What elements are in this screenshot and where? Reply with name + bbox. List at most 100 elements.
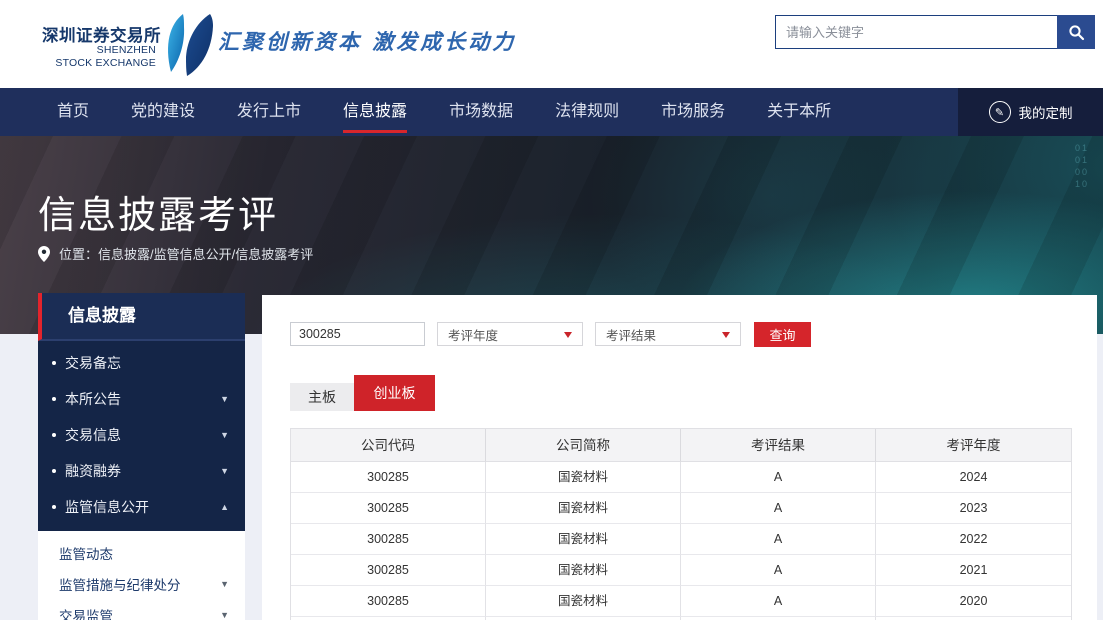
- table-body: 300285 国瓷材料 A 2024 300285 国瓷材料 A 2023 30…: [291, 462, 1071, 620]
- cell-company-name: 国瓷材料: [486, 493, 681, 524]
- col-header-company-name: 公司简称: [486, 429, 681, 462]
- cell-company-name: 国瓷材料: [486, 524, 681, 555]
- nav-item-about[interactable]: 关于本所: [767, 88, 831, 136]
- logo-en-line2: STOCK EXCHANGE: [55, 57, 156, 69]
- logo-text-en: SHENZHEN STOCK EXCHANGE: [34, 44, 156, 70]
- table-row: 300285 国瓷材料 A 2023: [291, 493, 1071, 524]
- cell-company-code: 300285: [291, 555, 486, 586]
- main-nav: 首页 党的建设 发行上市 信息披露 市场数据 法律规则 市场服务 关于本所 ✎ …: [0, 88, 1103, 136]
- search-icon: [1068, 24, 1085, 41]
- cell-company-code: 300285: [291, 493, 486, 524]
- sidebar: 信息披露 交易备忘 本所公告 ▼ 交易信息 ▼ 融资融券 ▼: [38, 293, 245, 620]
- table-row: 300285 国瓷材料 A 2024: [291, 462, 1071, 493]
- company-code-input[interactable]: [290, 322, 425, 346]
- bullet-icon: [52, 433, 56, 437]
- table-row: 300285 国瓷材料 A 2022: [291, 524, 1071, 555]
- cell-company-name: 国瓷材料: [486, 586, 681, 617]
- sidebar-item-label: 交易备忘: [65, 353, 121, 373]
- eval-year-select-label: 考评年度: [448, 325, 498, 344]
- cell-eval-year: 2022: [876, 524, 1071, 555]
- chevron-up-icon: ▲: [220, 502, 229, 512]
- hero-binary-decor: 01 01 00 10: [1049, 142, 1089, 190]
- nav-item-rules[interactable]: 法律规则: [555, 88, 619, 136]
- filter-row: 考评年度 考评结果 查询: [262, 322, 1097, 347]
- bullet-icon: [52, 361, 56, 365]
- evaluation-table: 公司代码 公司简称 考评结果 考评年度 300285 国瓷材料 A 2024 3…: [290, 428, 1072, 620]
- site-search-input[interactable]: [775, 15, 1057, 49]
- cell-eval-year: 2020: [876, 586, 1071, 617]
- tab-chinext[interactable]: 创业板: [354, 375, 435, 411]
- subitem-label: 监管动态: [59, 543, 113, 563]
- sidebar-item-regulatory-disclosure[interactable]: 监管信息公开 ▲: [38, 489, 245, 525]
- sidebar-item-margin-trading[interactable]: 融资融券 ▼: [38, 453, 245, 489]
- table-row: 300285 国瓷材料 A 2020: [291, 586, 1071, 617]
- cell-company-name: 国瓷材料: [486, 555, 681, 586]
- location-pin-icon: [38, 246, 50, 262]
- content-panel: 考评年度 考评结果 查询 主板 创业板 公司代码 公司简称 考评结果 考评年度 …: [262, 295, 1097, 620]
- cell-eval-result: A: [681, 555, 876, 586]
- my-customization-button[interactable]: ✎ 我的定制: [958, 88, 1103, 136]
- col-header-company-code: 公司代码: [291, 429, 486, 462]
- query-button[interactable]: 查询: [754, 322, 811, 347]
- chevron-down-icon: ▼: [220, 394, 229, 404]
- subitem-trading-supervision[interactable]: 交易监管 ▼: [38, 599, 245, 620]
- nav-item-party[interactable]: 党的建设: [131, 88, 195, 136]
- pencil-circle-icon: ✎: [989, 101, 1011, 123]
- breadcrumb: 位置：信息披露/监管信息公开/信息披露考评: [38, 244, 313, 263]
- cell-company-name: 国瓷材料: [486, 462, 681, 493]
- sidebar-menu: 交易备忘 本所公告 ▼ 交易信息 ▼ 融资融券 ▼ 监管信息公开 ▲: [38, 341, 245, 531]
- sidebar-item-trading-memo[interactable]: 交易备忘: [38, 345, 245, 381]
- table-header-row: 公司代码 公司简称 考评结果 考评年度: [291, 429, 1071, 462]
- col-header-eval-result: 考评结果: [681, 429, 876, 462]
- cell-eval-result: A: [681, 586, 876, 617]
- sidebar-item-label: 交易信息: [65, 425, 121, 445]
- cell-eval-result: A: [681, 524, 876, 555]
- sidebar-item-trading-info[interactable]: 交易信息 ▼: [38, 417, 245, 453]
- board-tabs: 主板 创业板: [290, 375, 435, 411]
- subitem-label: 交易监管: [59, 605, 113, 620]
- nav-item-listing[interactable]: 发行上市: [237, 88, 301, 136]
- cell-company-code: 300285: [291, 524, 486, 555]
- eval-result-select[interactable]: 考评结果: [595, 322, 741, 346]
- logo-link[interactable]: 深圳证券交易所 SHENZHEN STOCK EXCHANGE: [40, 18, 210, 78]
- sidebar-item-label: 本所公告: [65, 389, 121, 409]
- page: 深圳证券交易所 SHENZHEN STOCK EXCHANGE 汇聚创新资本 激: [0, 0, 1103, 620]
- breadcrumb-text: 位置：信息披露/监管信息公开/信息披露考评: [59, 244, 313, 263]
- sidebar-item-announcements[interactable]: 本所公告 ▼: [38, 381, 245, 417]
- page-title: 信息披露考评: [38, 184, 278, 239]
- sidebar-item-label: 融资融券: [65, 461, 121, 481]
- bullet-icon: [52, 397, 56, 401]
- logo-text-cn: 深圳证券交易所: [42, 22, 156, 46]
- sidebar-item-label: 监管信息公开: [65, 497, 149, 517]
- dropdown-arrow-icon: [564, 332, 572, 338]
- subitem-label: 监管措施与纪律处分: [59, 574, 181, 594]
- subitem-regulatory-measures[interactable]: 监管措施与纪律处分 ▼: [38, 568, 245, 599]
- nav-item-market-data[interactable]: 市场数据: [449, 88, 513, 136]
- cell-company-code: 300285: [291, 586, 486, 617]
- eval-year-select[interactable]: 考评年度: [437, 322, 583, 346]
- cell-company-code: 300285: [291, 462, 486, 493]
- nav-item-disclosure[interactable]: 信息披露: [343, 88, 407, 136]
- table-row: 300285 国瓷材料 A 2021: [291, 555, 1071, 586]
- chevron-down-icon: ▼: [220, 610, 229, 620]
- cell-eval-year: 2021: [876, 555, 1071, 586]
- col-header-eval-year: 考评年度: [876, 429, 1071, 462]
- tab-main-board[interactable]: 主板: [290, 383, 354, 411]
- cell-eval-year: 2023: [876, 493, 1071, 524]
- bullet-icon: [52, 469, 56, 473]
- chevron-down-icon: ▼: [220, 579, 229, 589]
- logo-en-line1: SHENZHEN: [97, 44, 156, 56]
- cell-eval-result: A: [681, 462, 876, 493]
- cell-eval-year: 2024: [876, 462, 1071, 493]
- dropdown-arrow-icon: [722, 332, 730, 338]
- bullet-icon: [52, 505, 56, 509]
- chevron-down-icon: ▼: [220, 430, 229, 440]
- subitem-regulatory-dynamics[interactable]: 监管动态: [38, 537, 245, 568]
- nav-item-services[interactable]: 市场服务: [661, 88, 725, 136]
- cell-eval-result: A: [681, 493, 876, 524]
- my-customization-label: 我的定制: [1019, 102, 1073, 122]
- eval-result-select-label: 考评结果: [606, 325, 656, 344]
- top-bar: 深圳证券交易所 SHENZHEN STOCK EXCHANGE 汇聚创新资本 激: [0, 0, 1103, 88]
- site-search-button[interactable]: [1057, 15, 1095, 49]
- nav-item-home[interactable]: 首页: [57, 88, 89, 136]
